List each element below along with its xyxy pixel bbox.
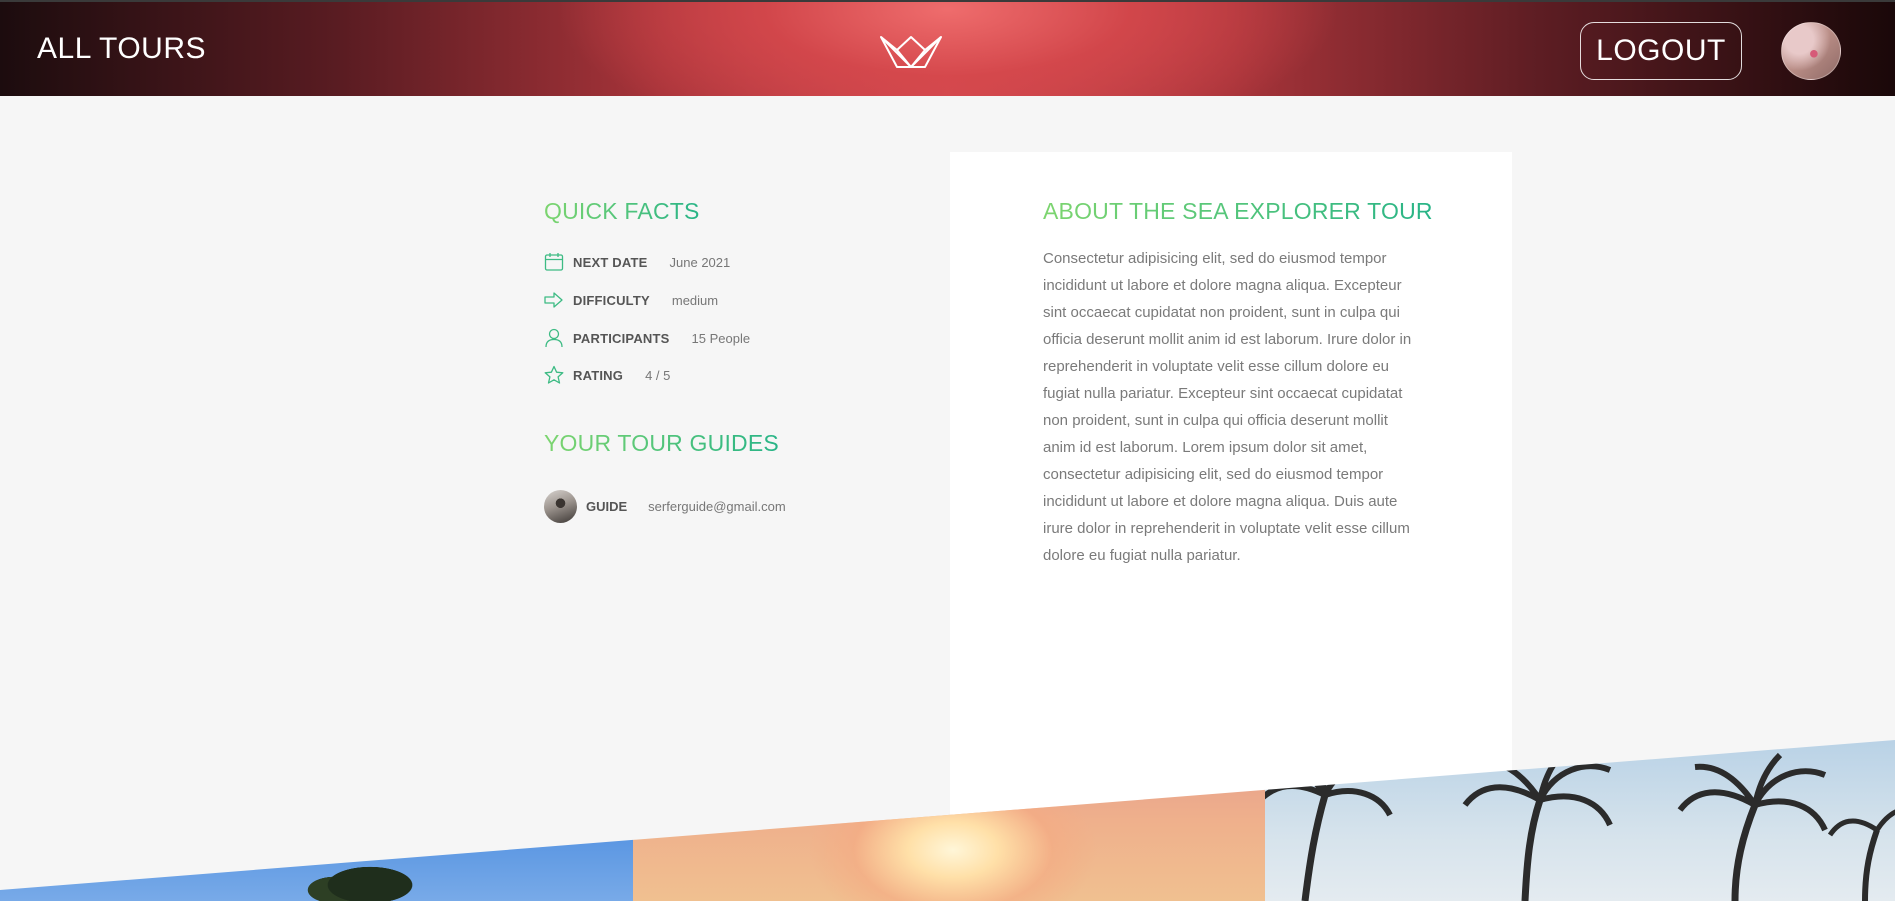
guide-email: serferguide@gmail.com <box>648 498 786 514</box>
fact-label: RATING <box>573 367 624 383</box>
fact-value: medium <box>671 292 719 308</box>
calendar-icon <box>544 253 564 271</box>
logout-button[interactable]: LOGOUT <box>1580 22 1742 80</box>
user-icon <box>545 328 563 348</box>
crown-logo-icon[interactable] <box>879 34 943 70</box>
guide-role: GUIDE <box>586 498 628 514</box>
fact-value: 4 / 5 <box>645 367 671 383</box>
fact-next-date: NEXT DATE June 2021 <box>544 251 730 273</box>
fact-value: 15 People <box>691 330 751 346</box>
fact-label: NEXT DATE <box>573 254 648 270</box>
fact-value: June 2021 <box>669 254 731 270</box>
tour-guides-heading: YOUR TOUR GUIDES <box>544 430 779 456</box>
site-header: ALL TOURS LOGOUT <box>0 0 1895 96</box>
guide-item: GUIDE serferguide@gmail.com <box>544 489 786 523</box>
about-description: Consectetur adipisicing elit, sed do eiu… <box>1043 250 1412 564</box>
about-heading: ABOUT THE SEA EXPLORER TOUR <box>1043 198 1433 224</box>
all-tours-link[interactable]: ALL TOURS <box>37 32 206 66</box>
guide-avatar <box>544 489 577 523</box>
star-icon <box>544 365 564 384</box>
quick-facts-heading: QUICK FACTS <box>544 198 700 224</box>
fact-difficulty: DIFFICULTY medium <box>544 289 718 311</box>
fact-label: DIFFICULTY <box>573 292 650 308</box>
fact-label: PARTICIPANTS <box>573 330 670 346</box>
user-avatar[interactable] <box>1781 22 1841 80</box>
trending-arrow-icon <box>544 292 563 308</box>
fact-participants: PARTICIPANTS 15 People <box>544 327 750 349</box>
fact-rating: RATING 4 / 5 <box>544 364 670 386</box>
